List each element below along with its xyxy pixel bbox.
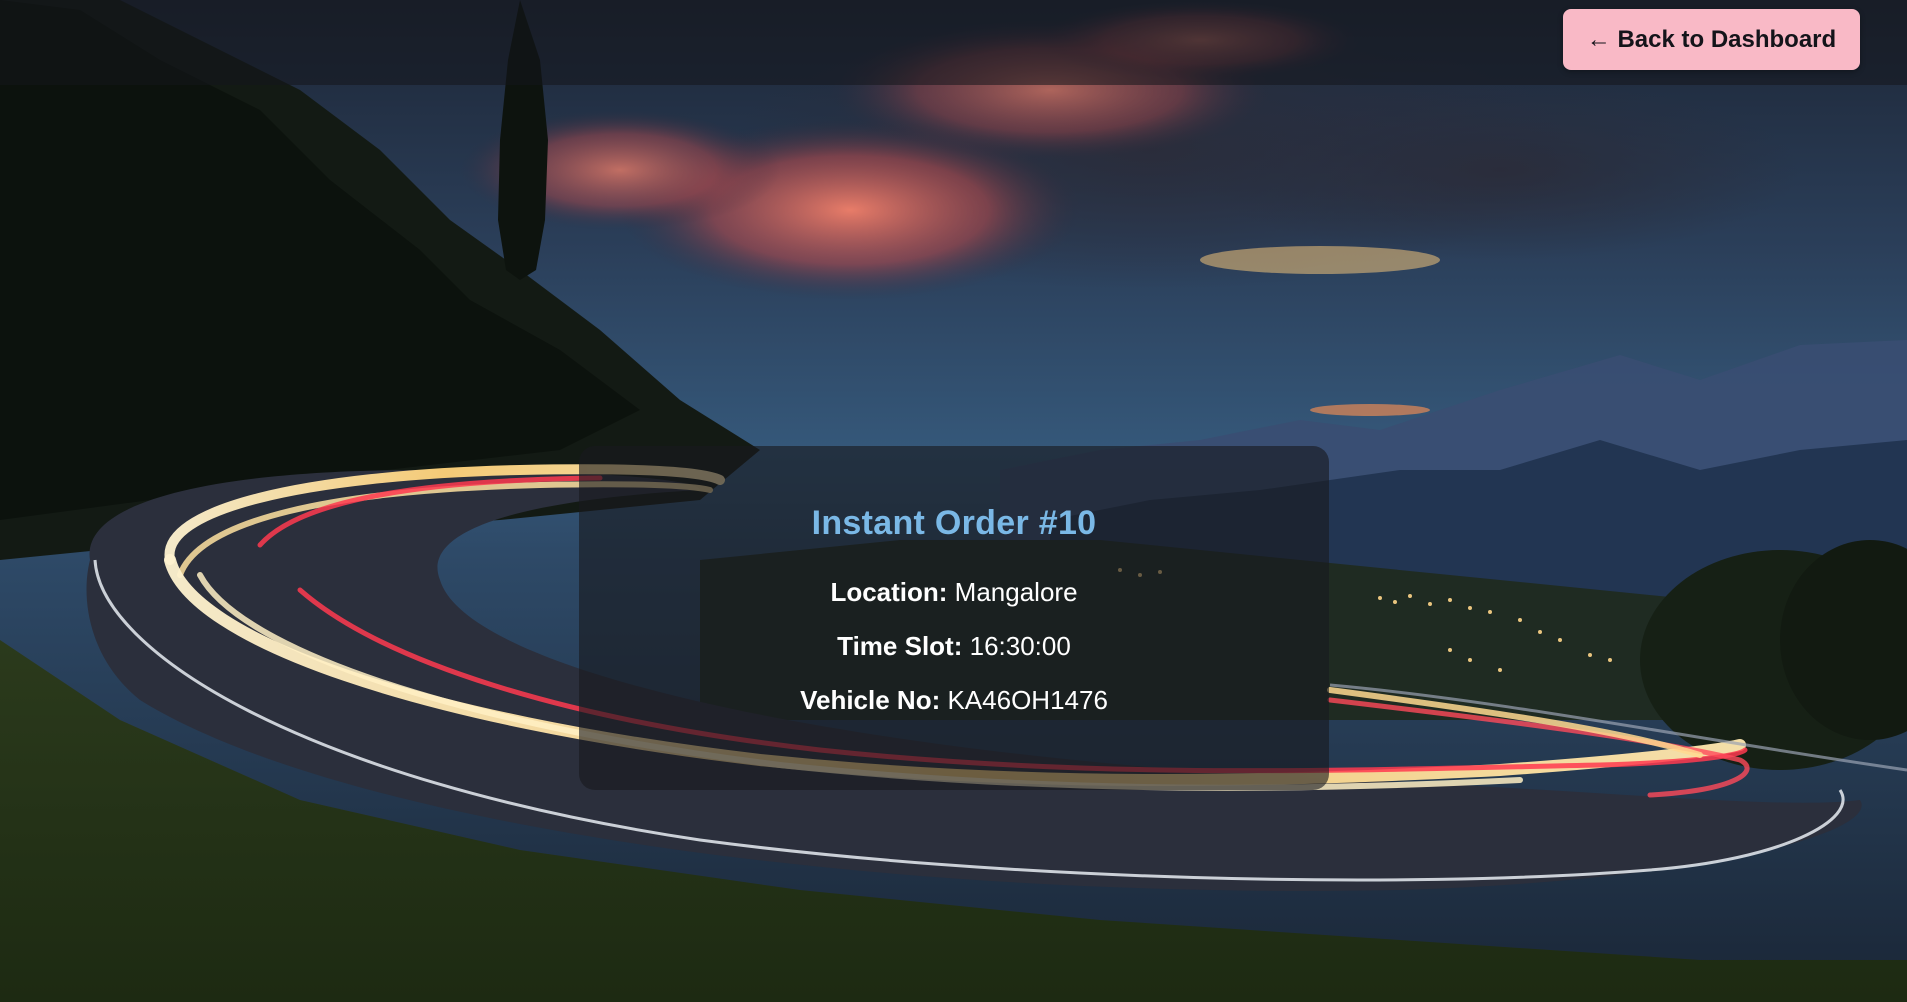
back-to-dashboard-button[interactable]: ← Back to Dashboard bbox=[1563, 9, 1860, 70]
vehicle-row: Vehicle No: KA46OH1476 bbox=[579, 685, 1329, 715]
location-row: Location: Mangalore bbox=[579, 577, 1329, 607]
time-slot-value: 16:30:00 bbox=[969, 631, 1071, 661]
time-slot-label: Time Slot: bbox=[837, 631, 970, 661]
location-value: Mangalore bbox=[954, 577, 1078, 607]
order-details-card: Instant Order #10 Location: Mangalore Ti… bbox=[579, 446, 1329, 790]
top-nav-bar: ← Back to Dashboard bbox=[0, 0, 1907, 85]
time-slot-row: Time Slot: 16:30:00 bbox=[579, 631, 1329, 661]
vehicle-value: KA46OH1476 bbox=[947, 685, 1108, 715]
location-label: Location: bbox=[830, 577, 955, 607]
order-title: Instant Order #10 bbox=[811, 504, 1097, 542]
vehicle-label: Vehicle No: bbox=[800, 685, 948, 715]
